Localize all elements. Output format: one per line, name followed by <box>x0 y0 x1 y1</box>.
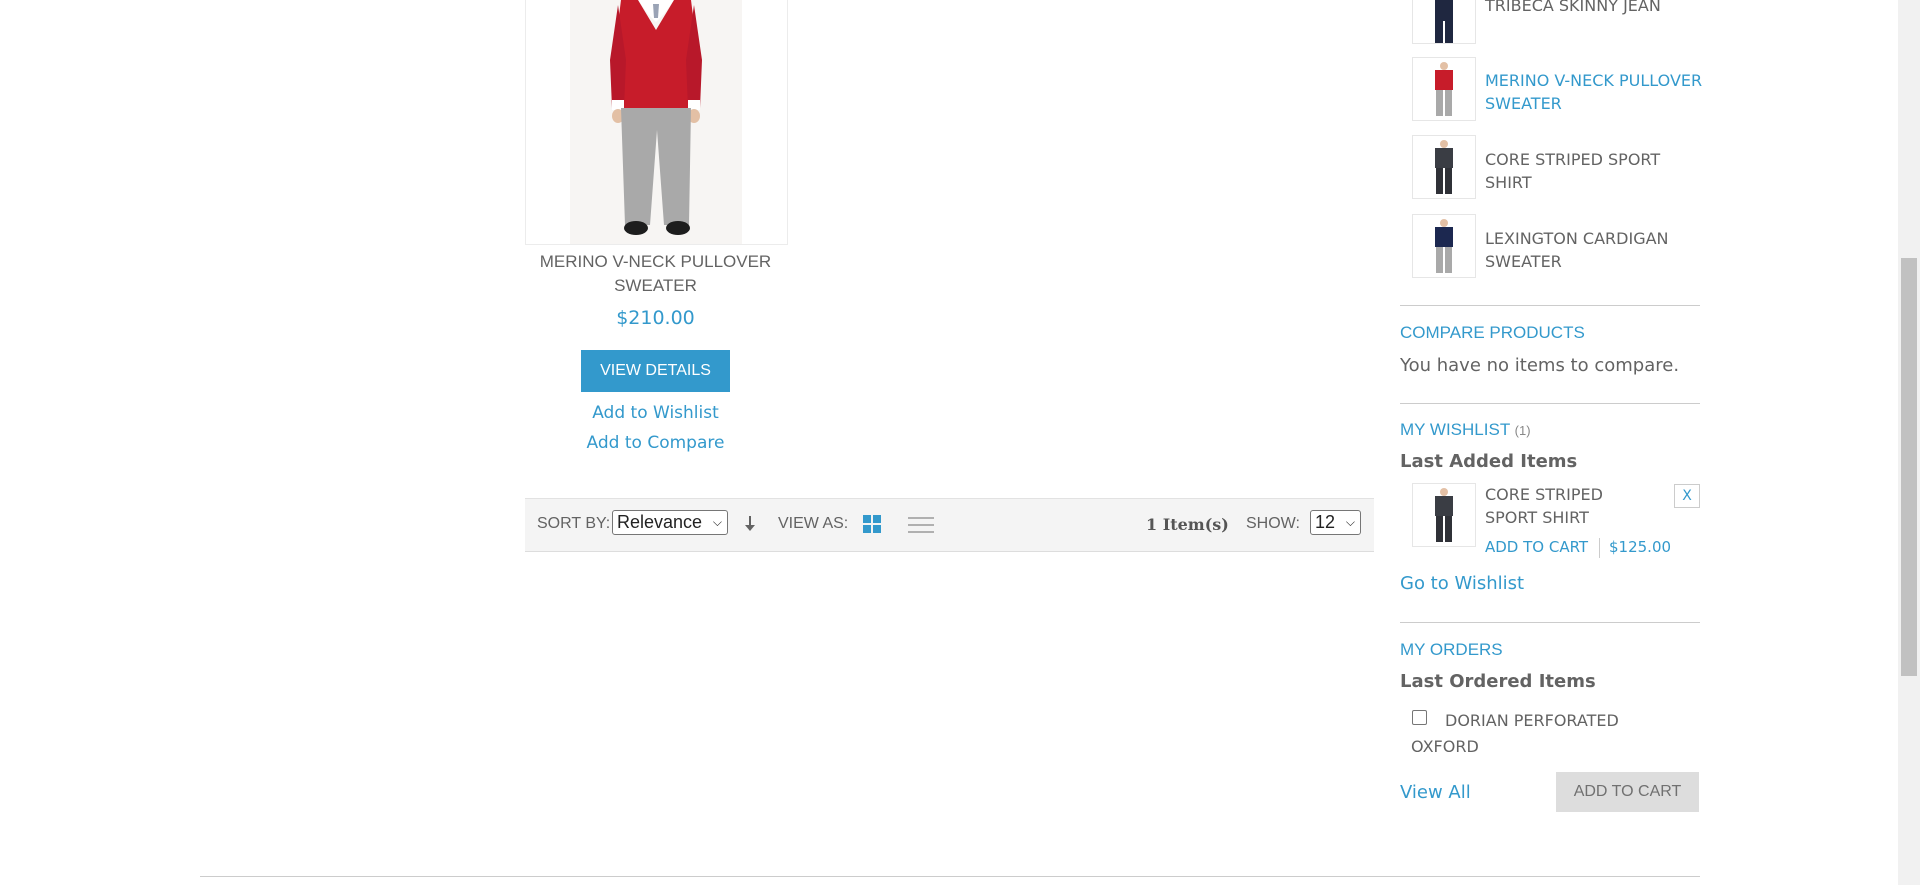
product-photo <box>570 0 742 244</box>
footer-divider <box>200 876 1700 877</box>
product-photo <box>1435 140 1453 194</box>
go-to-wishlist-link[interactable]: Go to Wishlist <box>1400 573 1524 594</box>
view-details-button[interactable]: VIEW DETAILS <box>581 350 730 392</box>
product-photo <box>1435 219 1453 273</box>
compare-empty-text: You have no items to compare. <box>1400 355 1680 376</box>
recent-product-thumb[interactable] <box>1412 135 1476 199</box>
recent-product-thumb[interactable] <box>1412 57 1476 121</box>
wishlist-item-price: $125.00 <box>1609 538 1672 556</box>
add-to-compare-link[interactable]: Add to Compare <box>525 433 786 453</box>
sort-by-select[interactable]: Relevance ⌵ <box>612 510 728 535</box>
sort-by-label: SORT BY: <box>537 515 611 532</box>
product-price: $210.00 <box>616 307 695 329</box>
list-view-icon[interactable] <box>908 515 934 535</box>
chevron-down-icon: ⌵ <box>712 515 722 529</box>
wishlist-title[interactable]: MY WISHLIST (1) <box>1400 420 1531 440</box>
recent-product-thumb[interactable] <box>1412 214 1476 278</box>
product-name[interactable]: MERINO V-NECK PULLOVER SWEATER <box>525 250 786 298</box>
view-as-label: VIEW AS: <box>778 515 849 532</box>
order-item-name[interactable]: DORIAN PERFORATED OXFORD <box>1411 708 1661 760</box>
wishlist-subtitle: Last Added Items <box>1400 451 1578 472</box>
recent-product-thumb[interactable] <box>1412 0 1476 44</box>
sidebar-divider <box>1400 403 1700 404</box>
sidebar-divider <box>1400 622 1700 623</box>
add-to-wishlist-link[interactable]: Add to Wishlist <box>525 403 786 423</box>
recent-product-name[interactable]: CORE STRIPED SPORT SHIRT <box>1485 148 1705 194</box>
show-label: SHOW: <box>1246 515 1300 532</box>
product-toolbar: SORT BY: Relevance ⌵ VIEW AS: 1 Item(s) … <box>525 498 1374 552</box>
items-count: 1 Item(s) <box>1146 515 1229 534</box>
wishlist-item-thumb[interactable] <box>1412 483 1476 547</box>
separator <box>1599 538 1600 558</box>
product-image[interactable] <box>525 0 788 245</box>
orders-add-to-cart-button[interactable]: ADD TO CART <box>1556 772 1699 812</box>
sort-direction-icon[interactable] <box>742 510 758 536</box>
limit-value: 12 <box>1315 512 1336 532</box>
wishlist-title-text[interactable]: MY WISHLIST <box>1400 420 1510 439</box>
product-photo <box>1435 488 1453 542</box>
recent-product-name[interactable]: MERINO V-NECK PULLOVER SWEATER <box>1485 69 1705 115</box>
scrollbar-thumb[interactable] <box>1901 258 1917 676</box>
compare-products-title[interactable]: COMPARE PRODUCTS <box>1400 323 1585 343</box>
limit-select[interactable]: 12 ⌵ <box>1310 510 1361 535</box>
recent-product-name[interactable]: TRIBECA SKINNY JEAN <box>1485 0 1705 17</box>
wishlist-add-to-cart-link[interactable]: ADD TO CART <box>1485 538 1588 556</box>
recent-product-name[interactable]: LEXINGTON CARDIGAN SWEATER <box>1485 227 1705 273</box>
product-photo <box>1435 0 1453 43</box>
chevron-down-icon: ⌵ <box>1345 515 1355 529</box>
product-photo <box>1435 62 1453 116</box>
wishlist-count: (1) <box>1514 423 1531 438</box>
grid-view-icon[interactable] <box>863 515 881 533</box>
sidebar-divider <box>1400 305 1700 306</box>
remove-wishlist-item-button[interactable]: X <box>1674 484 1700 508</box>
page-scrollbar[interactable] <box>1898 0 1920 885</box>
wishlist-item-name[interactable]: CORE STRIPED SPORT SHIRT <box>1485 483 1620 529</box>
view-all-orders-link[interactable]: View All <box>1400 782 1471 803</box>
sort-by-value: Relevance <box>617 512 703 532</box>
orders-subtitle: Last Ordered Items <box>1400 671 1596 692</box>
my-orders-title[interactable]: MY ORDERS <box>1400 640 1503 660</box>
